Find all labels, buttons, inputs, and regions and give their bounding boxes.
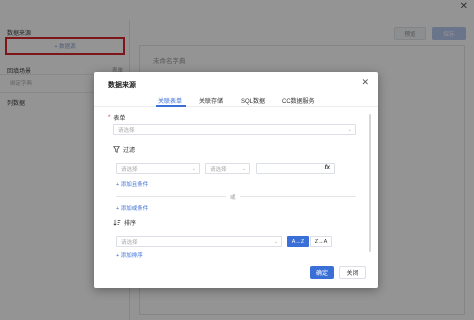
- filter-field-select[interactable]: 请选择 ⌄: [116, 163, 200, 174]
- form-label: * 表单: [108, 113, 126, 123]
- chevron-down-icon: ⌄: [191, 166, 196, 172]
- filter-value-input[interactable]: fx: [256, 163, 335, 174]
- tab-cc-data-service[interactable]: CC数据服务: [282, 96, 315, 105]
- add-sort-link[interactable]: + 添加排序: [116, 251, 143, 259]
- filter-icon: [113, 146, 120, 153]
- fx-icon[interactable]: fx: [325, 165, 330, 171]
- dialog-title: 数据来源: [108, 82, 136, 89]
- form-label-text: 表单: [113, 116, 126, 122]
- tab-linked-form[interactable]: 关联表单: [158, 96, 182, 105]
- or-label: 或: [230, 195, 236, 201]
- or-divider-right: [240, 196, 356, 197]
- sort-icon: [113, 219, 121, 226]
- scrollbar[interactable]: [369, 114, 371, 252]
- sort-label: 排序: [113, 218, 136, 227]
- filter-operator-select[interactable]: 请选择 ⌄: [205, 163, 250, 174]
- tab-linked-storage[interactable]: 关联存储: [199, 96, 223, 105]
- filter-label-text: 过滤: [123, 148, 136, 154]
- tab-sql-data[interactable]: SQL数据: [241, 96, 265, 105]
- required-mark: *: [108, 114, 111, 121]
- add-and-condition-link[interactable]: + 添加且条件: [116, 180, 148, 188]
- form-select-placeholder: 请选择: [118, 127, 135, 134]
- sort-field-placeholder: 请选择: [121, 239, 138, 246]
- sort-descending-button[interactable]: Z→A: [310, 236, 332, 247]
- or-divider-left: [116, 196, 226, 197]
- chevron-down-icon: ⌄: [241, 166, 246, 172]
- confirm-button[interactable]: 确定: [310, 266, 334, 279]
- close-icon[interactable]: ✕: [361, 78, 369, 87]
- tab-bar: 关联表单 关联存储 SQL数据 CC数据服务: [94, 94, 378, 107]
- filter-field-placeholder: 请选择: [121, 166, 138, 173]
- sort-label-text: 排序: [124, 221, 137, 227]
- filter-operator-placeholder: 请选择: [210, 166, 227, 173]
- add-or-condition-link[interactable]: + 添加或条件: [116, 204, 148, 212]
- filter-label: 过滤: [113, 145, 135, 154]
- form-select[interactable]: 请选择 ⌄: [113, 124, 356, 135]
- close-button[interactable]: 关闭: [339, 266, 366, 279]
- active-tab-indicator: [156, 105, 186, 107]
- chevron-down-icon: ⌄: [273, 239, 278, 245]
- sort-ascending-button[interactable]: A→Z: [287, 236, 309, 247]
- sort-field-select[interactable]: 请选择 ⌄: [116, 236, 282, 247]
- chevron-down-icon: ⌄: [347, 127, 352, 133]
